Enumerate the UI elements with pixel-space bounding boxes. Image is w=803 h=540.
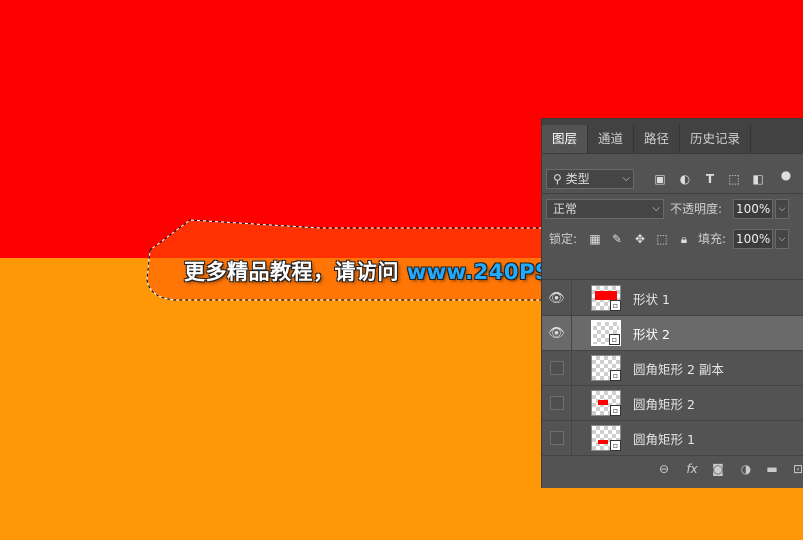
divider bbox=[542, 279, 803, 280]
layer-name: 形状 2 bbox=[633, 326, 670, 342]
visibility-toggle[interactable] bbox=[542, 351, 572, 385]
adjustment-layer-filter-icon[interactable]: ◐ bbox=[677, 171, 693, 187]
layer-thumbnail: ▫ bbox=[591, 355, 621, 381]
new-layer-icon[interactable]: ⊡ bbox=[790, 461, 803, 477]
thumb-shape bbox=[598, 440, 608, 444]
layer-thumbnail: ▫ bbox=[591, 425, 621, 451]
lock-all-icon[interactable]: 🔒︎ bbox=[676, 231, 692, 247]
layer-thumbnail: ▫ bbox=[591, 390, 621, 416]
eye-icon: 👁︎ bbox=[548, 290, 565, 306]
layer-row-rounded-rect-2-copy[interactable]: ▫ 圆角矩形 2 副本 bbox=[542, 351, 803, 386]
type-layer-filter-icon[interactable]: T bbox=[702, 171, 718, 187]
fx-icon[interactable]: fx bbox=[684, 461, 700, 477]
eye-icon: 👁︎ bbox=[548, 325, 565, 341]
shape-badge-icon: ▫ bbox=[610, 300, 621, 311]
blend-mode-select[interactable]: 正常 ⌵ bbox=[546, 199, 664, 219]
visibility-toggle[interactable]: 👁︎ bbox=[542, 281, 572, 315]
shape-badge-icon: ▫ bbox=[610, 405, 621, 416]
filter-toggle-icon[interactable]: ● bbox=[778, 167, 794, 183]
visibility-toggle[interactable] bbox=[542, 386, 572, 420]
layer-filter-select[interactable]: ⚲ 类型 ⌵ bbox=[546, 169, 634, 189]
chevron-down-icon: ⌵ bbox=[622, 173, 630, 184]
layer-thumbnail: ▫ bbox=[591, 285, 621, 311]
layer-filter-label: 类型 bbox=[565, 172, 590, 186]
shape-badge-icon: ▫ bbox=[610, 440, 621, 451]
watermark-label: 更多精品教程，请访问 bbox=[184, 260, 407, 284]
lock-transparent-pixels-icon[interactable]: ▦ bbox=[587, 231, 603, 247]
add-mask-icon[interactable]: ◙ bbox=[710, 461, 726, 477]
smart-object-filter-icon[interactable]: ◧ bbox=[750, 171, 766, 187]
search-icon: ⚲ bbox=[553, 172, 562, 186]
hidden-box-icon bbox=[549, 396, 564, 410]
lock-position-icon[interactable]: ✥ bbox=[632, 231, 648, 247]
layer-thumbnail: ▫ bbox=[591, 320, 621, 346]
layer-name: 圆角矩形 2 副本 bbox=[633, 361, 724, 377]
fill-input[interactable]: 100% bbox=[733, 229, 773, 249]
panel-tabs: 图层 通道 路径 历史记录 bbox=[542, 119, 803, 154]
hidden-box-icon bbox=[549, 431, 564, 445]
divider bbox=[542, 193, 803, 194]
visibility-toggle[interactable] bbox=[542, 421, 572, 455]
panel-footer: ⊖ fx ◙ ◑ ▬ ⊡ bbox=[542, 455, 803, 482]
tab-history[interactable]: 历史记录 bbox=[680, 125, 752, 153]
new-group-icon[interactable]: ▬ bbox=[764, 461, 780, 477]
blend-mode-value: 正常 bbox=[553, 202, 578, 216]
lock-label: 锁定: bbox=[549, 232, 578, 246]
opacity-label: 不透明度: bbox=[670, 202, 723, 216]
link-layers-icon[interactable]: ⊖ bbox=[656, 461, 672, 477]
tab-layers[interactable]: 图层 bbox=[542, 125, 589, 153]
tab-channels[interactable]: 通道 bbox=[588, 125, 635, 153]
opacity-dropdown-icon[interactable]: ⌵ bbox=[775, 199, 789, 219]
opacity-input[interactable]: 100% bbox=[733, 199, 773, 219]
shape-badge-icon: ▫ bbox=[609, 334, 620, 345]
shape-badge-icon: ▫ bbox=[610, 370, 621, 381]
lock-artboard-icon[interactable]: ⬚ bbox=[654, 231, 670, 247]
adjustment-layer-icon[interactable]: ◑ bbox=[738, 461, 754, 477]
pixel-layer-filter-icon[interactable]: ▣ bbox=[652, 171, 668, 187]
chevron-down-icon: ⌵ bbox=[652, 203, 660, 214]
layer-row-rounded-rect-1[interactable]: ▫ 圆角矩形 1 bbox=[542, 421, 803, 456]
layer-name: 圆角矩形 1 bbox=[633, 431, 695, 447]
layer-name: 圆角矩形 2 bbox=[633, 396, 695, 412]
layer-list: 👁︎ ▫ 形状 1 👁︎ ▫ 形状 2 ▫ 圆角矩形 2 副本 ▫ 圆角矩形 2… bbox=[542, 281, 803, 456]
fill-dropdown-icon[interactable]: ⌵ bbox=[775, 229, 789, 249]
layers-panel: 图层 通道 路径 历史记录 ⚲ 类型 ⌵ ▣ ◐ T ⬚ ◧ ● 正常 ⌵ 不透… bbox=[541, 118, 803, 488]
layer-name: 形状 1 bbox=[633, 291, 670, 307]
tab-paths[interactable]: 路径 bbox=[634, 125, 681, 153]
fill-label: 填充: bbox=[698, 232, 727, 246]
hidden-box-icon bbox=[549, 361, 564, 375]
lock-image-pixels-icon[interactable]: ✎ bbox=[609, 231, 625, 247]
layer-row-shape-1[interactable]: 👁︎ ▫ 形状 1 bbox=[542, 281, 803, 316]
shape-layer-filter-icon[interactable]: ⬚ bbox=[726, 171, 742, 187]
layer-row-rounded-rect-2[interactable]: ▫ 圆角矩形 2 bbox=[542, 386, 803, 421]
visibility-toggle[interactable]: 👁︎ bbox=[542, 316, 572, 350]
thumb-shape bbox=[598, 400, 608, 405]
thumb-shape bbox=[595, 291, 617, 300]
layer-row-shape-2[interactable]: 👁︎ ▫ 形状 2 bbox=[542, 316, 803, 351]
